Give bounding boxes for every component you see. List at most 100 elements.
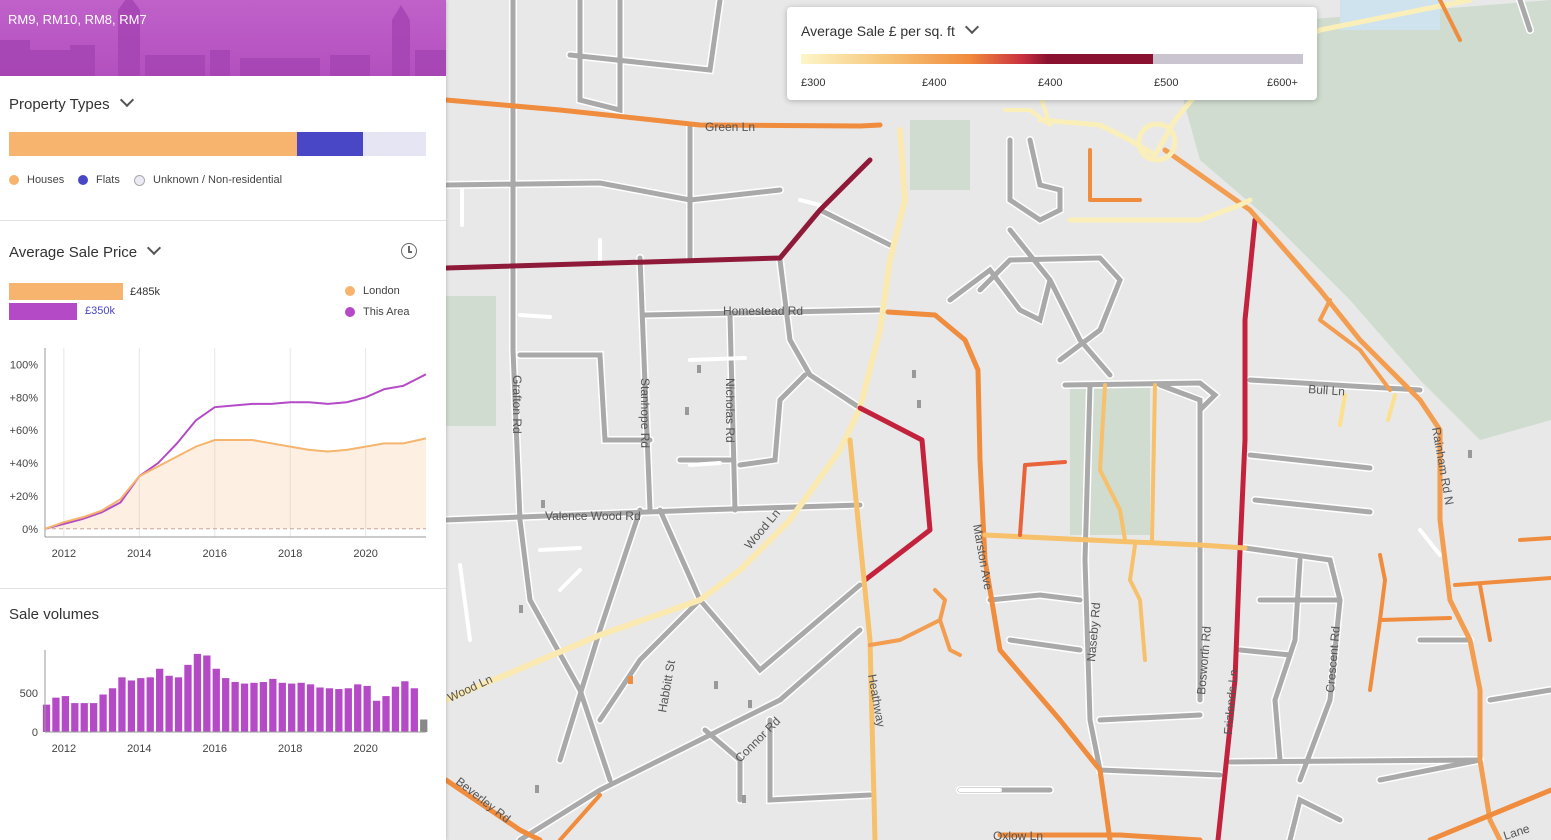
y-tick-label: 500 [20,688,38,700]
legend-tick: £400 [1038,77,1063,89]
x-tick-label: 2014 [127,548,151,560]
legend-high-range [1153,54,1303,64]
y-tick-label: 0% [22,524,38,536]
park-area [446,296,496,426]
x-tick-label: 2018 [278,548,302,560]
road-label-stanhope-rd: Stanhope Rd [638,378,652,448]
volume-bar [90,703,98,732]
map-legend: Average Sale £ per sq. ft £300 £400 £400… [787,7,1317,100]
volume-bar [250,682,258,732]
property-marker [628,676,633,684]
park-area [910,120,970,190]
x-tick-label: 2012 [52,548,76,560]
x-tick-label: 2016 [203,548,227,560]
volume-bar [52,697,60,732]
legend-gradient-bar [801,54,1303,64]
property-types-dropdown[interactable]: Property Types [9,92,134,113]
y-tick-label: +60% [10,425,39,437]
sidebar: RM9, RM10, RM8, RM7 Property Types House… [0,0,446,840]
legend-this-area: This Area [345,306,409,318]
average-sale-price-dropdown[interactable]: Average Sale Price [9,240,162,261]
chevron-down-icon [119,92,134,108]
flats-segment [296,132,364,156]
london-dot [345,286,355,296]
volume-bar [420,719,428,732]
volume-bar [278,682,286,732]
y-tick-label: +40% [10,458,39,470]
area-price-value: £350k [85,305,115,317]
flats-dot [78,175,88,185]
volume-bar [127,680,136,732]
park-area [1070,385,1150,535]
area-banner: RM9, RM10, RM8, RM7 [0,0,446,76]
legend-tick: £300 [801,77,826,89]
divider [0,588,446,589]
volume-bar [80,703,88,732]
volume-bar [259,682,268,732]
volume-bar [325,688,334,732]
volume-bar [401,681,409,732]
volume-bar [231,682,239,732]
road-label-oxlow-ln: Oxlow Ln [993,829,1043,840]
average-sale-price-title: Average Sale Price [9,244,138,261]
road-label-nicholas-rd: Nicholas Rd [723,378,737,443]
london-area-fill [45,438,426,529]
volume-bar [222,678,230,732]
volume-bar [372,700,381,732]
area-price-bar [9,303,77,320]
y-tick-label: +80% [10,392,39,404]
houses-segment [9,132,297,156]
x-tick-label: 2018 [278,743,302,755]
volume-bar [288,683,296,732]
volume-bar [118,677,126,732]
chevron-down-icon [964,19,979,35]
y-tick-label: +20% [10,491,39,503]
legend-tick: £600+ [1267,77,1298,89]
legend-title-dropdown[interactable]: Average Sale £ per sq. ft [801,19,979,39]
legend-houses: Houses [9,174,64,186]
volume-bar [61,696,70,732]
legend-title-label: Average Sale £ per sq. ft [801,23,955,39]
clock-icon[interactable] [401,243,417,259]
volume-bar [146,677,154,732]
volume-bar [382,696,390,732]
legend-flats-label: Flats [96,174,120,186]
road-label-green-ln: Green Ln [705,120,755,134]
legend-unknown: Unknown / Non-residential [134,174,282,186]
volume-bar [108,688,117,732]
volume-bar [71,703,79,732]
sale-volumes-chart: 500 0 2012 2014 2016 2018 2020 [20,650,428,755]
legend-tick: £500 [1154,77,1179,89]
volume-bar [156,668,164,732]
property-types-title: Property Types [9,96,110,113]
x-tick-label: 2020 [353,743,377,755]
area-title: RM9, RM10, RM8, RM7 [8,12,147,27]
houses-dot [9,175,19,185]
chevron-down-icon [147,240,162,256]
volume-bar [297,682,305,732]
london-price-value: £485k [130,286,160,298]
volume-bar [240,683,249,732]
volume-bar [306,684,315,732]
this-area-dot [345,307,355,317]
price-growth-chart: 2012 2014 2016 2018 2020 100% +80% +60% +40% +20%… [10,348,427,560]
legend-unknown-label: Unknown / Non-residential [153,174,283,186]
volume-bar [137,678,145,732]
volume-bar [203,655,211,732]
x-tick-label: 2012 [52,743,76,755]
unknown-dot [134,174,145,186]
volume-bar [165,675,173,732]
volume-bar [99,694,107,732]
legend-houses-label: Houses [27,174,65,186]
road-label-homestead-rd: Homestead Rd [723,304,803,318]
legend-gradient [801,54,1153,64]
volume-bar [344,688,352,732]
volume-bar [269,678,277,732]
volume-bar [363,685,371,732]
legend-london-label: London [363,285,400,297]
road-label-bull-ln: Bull Ln [1308,382,1346,399]
london-price-bar [9,283,123,300]
legend-this-area-label: This Area [363,306,410,318]
volume-bar [335,689,343,732]
volume-bar [184,664,192,732]
